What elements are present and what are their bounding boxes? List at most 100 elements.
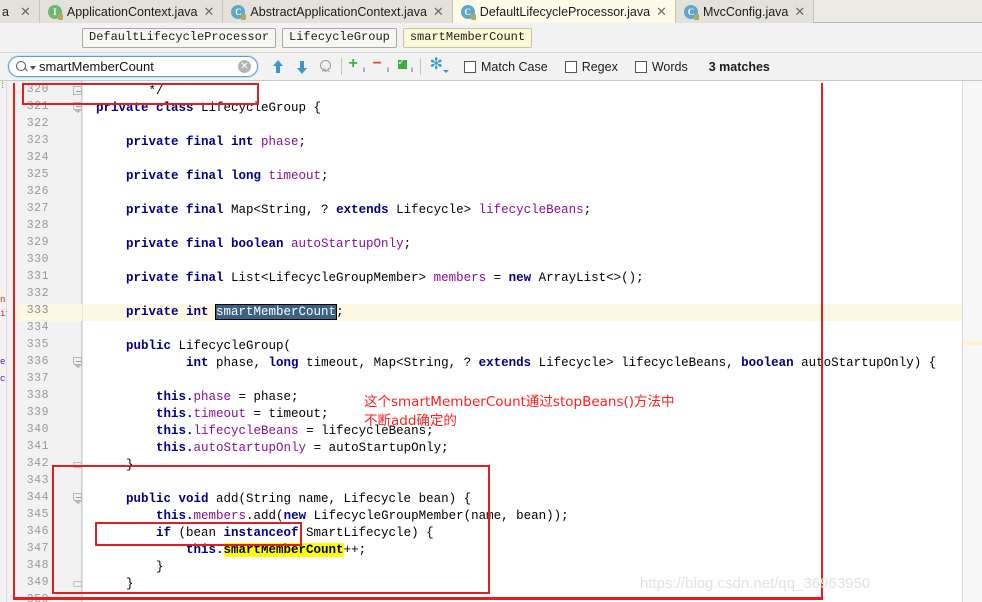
- search-match-highlight[interactable]: smartMemberCount: [224, 543, 344, 557]
- checkbox-icon[interactable]: [565, 61, 577, 73]
- lock-icon: [241, 14, 246, 20]
- line-number: 336: [15, 355, 49, 368]
- line-number: 338: [15, 389, 49, 402]
- code-token: ;: [321, 169, 329, 183]
- line-number: 345: [15, 508, 49, 521]
- code-token: private final boolean: [96, 237, 291, 251]
- line-number-gutter[interactable]: 3203213223233243253263273283293303313323…: [7, 81, 82, 602]
- line-number: 320: [15, 83, 49, 96]
- code-token: add(String name, Lifecycle bean) {: [216, 492, 471, 506]
- editor-tab-bar: a✕IApplicationContext.java✕CAbstractAppl…: [0, 0, 982, 23]
- code-token: instanceof: [224, 526, 307, 540]
- search-history-caret-icon[interactable]: [30, 66, 36, 70]
- code-token: ;: [299, 135, 307, 149]
- code-line: this.timeout = timeout;: [96, 406, 329, 423]
- find-option-words[interactable]: Words: [635, 60, 688, 74]
- line-number: 349: [15, 576, 49, 589]
- find-option-match-case[interactable]: Match Case: [464, 60, 548, 74]
- java-interface-icon: I: [48, 5, 62, 19]
- selected-occurrence[interactable]: smartMemberCount: [216, 305, 336, 319]
- code-token: this.: [96, 441, 194, 455]
- editor-tab-partial[interactable]: a✕: [0, 0, 40, 23]
- code-token: List<LifecycleGroupMember>: [231, 271, 434, 285]
- line-number: 341: [15, 440, 49, 453]
- clear-search-icon[interactable]: ✕: [238, 60, 251, 73]
- find-previous-icon[interactable]: [266, 56, 290, 78]
- code-token: Lifecycle>: [396, 203, 479, 217]
- find-settings-gear-icon[interactable]: [426, 56, 450, 78]
- line-number: 334: [15, 321, 49, 334]
- close-icon[interactable]: ✕: [793, 5, 806, 18]
- editor-tab-label: MvcConfig.java: [703, 5, 788, 19]
- code-line: private class LifecycleGroup {: [96, 100, 321, 117]
- code-token: .add(: [246, 509, 284, 523]
- code-token: new: [509, 271, 539, 285]
- code-line: }: [96, 559, 164, 576]
- code-token: members: [194, 509, 247, 523]
- close-icon[interactable]: ✕: [203, 5, 216, 18]
- code-token: }: [96, 458, 134, 472]
- editor-tab-abstractapplicationcontext[interactable]: CAbstractApplicationContext.java✕: [223, 0, 452, 23]
- code-token: LifecycleGroupMember(name, bean));: [314, 509, 569, 523]
- code-token: private: [96, 101, 156, 115]
- edge-strip-fragment: n: [0, 295, 7, 305]
- line-number: 337: [15, 372, 49, 385]
- line-number: 342: [15, 457, 49, 470]
- code-token: Map<String, ?: [231, 203, 336, 217]
- line-number: 328: [15, 219, 49, 232]
- editor-tab-mvcconfig[interactable]: C MvcConfig.java ✕: [676, 0, 814, 23]
- find-option-label: Words: [652, 60, 688, 74]
- code-line: }: [96, 576, 134, 593]
- code-token: = timeout;: [246, 407, 329, 421]
- code-line: int phase, long timeout, Map<String, ? e…: [96, 355, 936, 372]
- code-token: this.: [96, 407, 194, 421]
- code-token: Lifecycle> lifecycleBeans,: [539, 356, 742, 370]
- editor-tab-label: ApplicationContext.java: [67, 5, 198, 19]
- code-line: if (bean instanceof SmartLifecycle) {: [96, 525, 434, 542]
- code-token: extends: [336, 203, 396, 217]
- close-icon[interactable]: ✕: [19, 5, 32, 18]
- code-token: */: [96, 84, 164, 98]
- code-token: timeout: [194, 407, 247, 421]
- line-number: 344: [15, 491, 49, 504]
- remove-selection-icon[interactable]: Ⅱ: [369, 56, 393, 78]
- editor-tab-applicationcontext[interactable]: I ApplicationContext.java ✕: [40, 0, 224, 23]
- code-line: private final boolean autoStartupOnly;: [96, 236, 411, 253]
- code-text-area[interactable]: */ private class LifecycleGroup { private…: [83, 81, 962, 602]
- tab-bar-filler: [814, 0, 982, 22]
- checkbox-icon[interactable]: [635, 61, 647, 73]
- code-line: */: [96, 83, 164, 100]
- match-count-label: 3 matches: [709, 60, 770, 74]
- code-token: new: [284, 509, 314, 523]
- code-token: autoStartupOnly: [194, 441, 307, 455]
- find-option-label: Match Case: [481, 60, 548, 74]
- code-line: private final int phase;: [96, 134, 306, 151]
- editor-tab-defaultlifecycleprocessor[interactable]: CDefaultLifecycleProcessor.java✕: [453, 0, 676, 23]
- edge-strip-fragment: c: [0, 374, 7, 384]
- breadcrumb-item-0[interactable]: DefaultLifecycleProcessor: [82, 28, 276, 48]
- code-token: phase,: [216, 356, 269, 370]
- code-token: extends: [479, 356, 539, 370]
- editor-match-marker[interactable]: [963, 341, 982, 345]
- code-token: long: [269, 356, 307, 370]
- code-line: public void add(String name, Lifecycle b…: [96, 491, 471, 508]
- breadcrumb-item-2[interactable]: smartMemberCount: [403, 28, 532, 48]
- line-number: 330: [15, 253, 49, 266]
- select-all-occurrences-icon[interactable]: Ⅱ: [393, 56, 417, 78]
- find-next-icon[interactable]: [290, 56, 314, 78]
- lock-icon: [58, 14, 63, 20]
- close-icon[interactable]: ✕: [432, 5, 445, 18]
- find-option-regex[interactable]: Regex: [565, 60, 618, 74]
- checkbox-icon[interactable]: [464, 61, 476, 73]
- breadcrumb-item-1[interactable]: LifecycleGroup: [282, 28, 397, 48]
- search-input[interactable]: smartMemberCount ✕: [8, 56, 258, 77]
- code-line: this.smartMemberCount++;: [96, 542, 366, 559]
- code-editor[interactable]: ⁞nifec 320321322323324325326327328329330…: [0, 81, 982, 602]
- find-option-label: Regex: [582, 60, 618, 74]
- code-token: public: [96, 339, 179, 353]
- code-line: private final long timeout;: [96, 168, 329, 185]
- find-all-icon[interactable]: [314, 56, 338, 78]
- close-icon[interactable]: ✕: [655, 5, 668, 18]
- java-class-icon: C: [684, 5, 698, 19]
- add-selection-icon[interactable]: Ⅱ: [345, 56, 369, 78]
